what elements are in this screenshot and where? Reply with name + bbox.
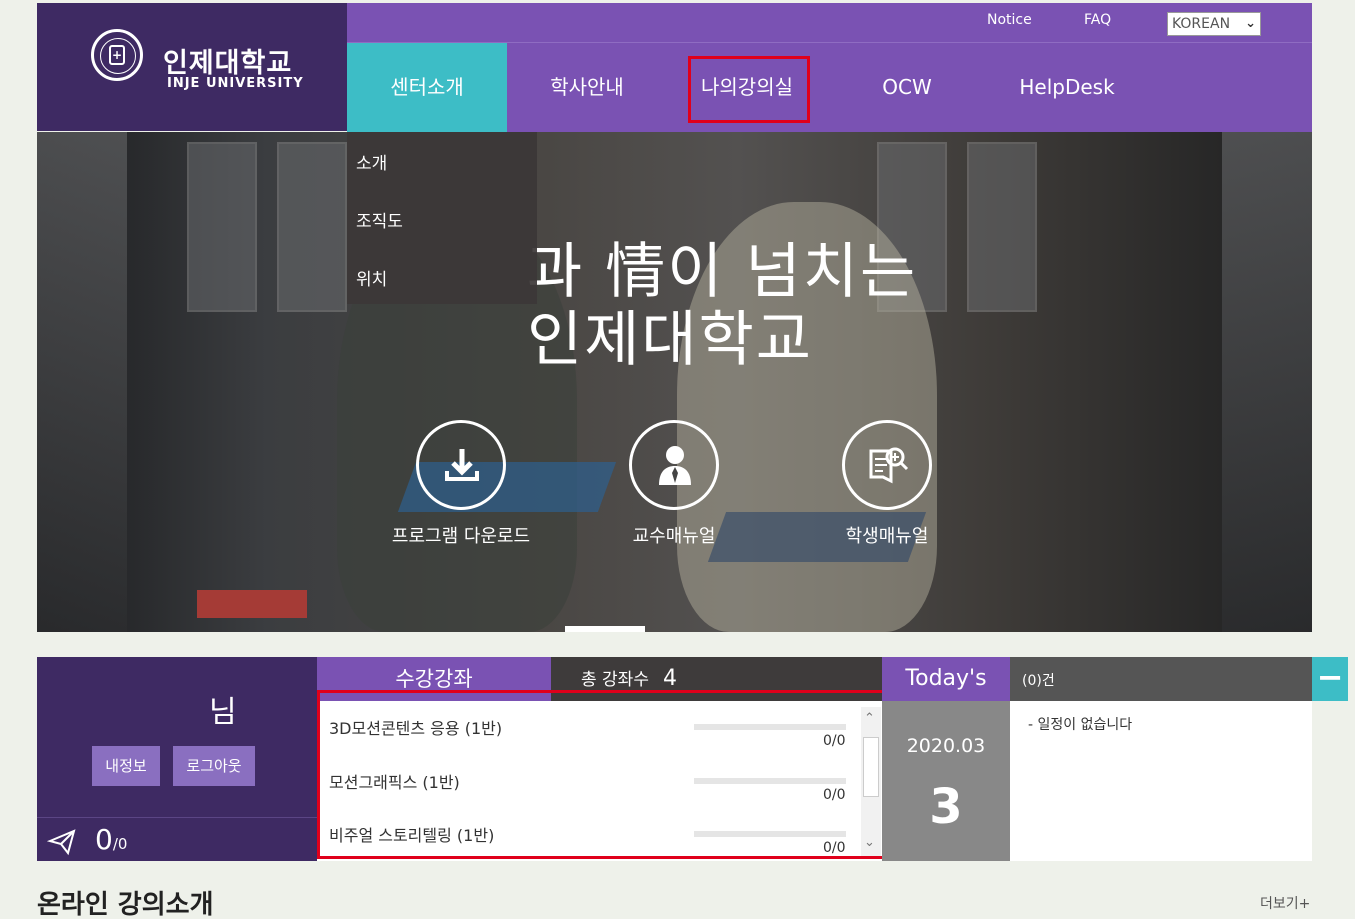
download-icon xyxy=(445,449,479,481)
nav-dropdown: 소개 조직도 위치 xyxy=(347,132,537,304)
chevron-down-icon: ⌄ xyxy=(1245,16,1256,31)
university-seal-icon: + xyxy=(91,29,143,81)
message-icon[interactable] xyxy=(47,826,77,856)
nav-item-helpdesk[interactable]: HelpDesk xyxy=(987,43,1147,132)
today-day: 3 xyxy=(929,779,963,835)
schedule-count: (0)건 xyxy=(1022,673,1055,689)
hero-title: 과 情이 넘치는 인제대학교 xyxy=(527,238,917,374)
notice-link[interactable]: Notice xyxy=(987,12,1032,28)
logo[interactable]: + 인제대학교 INJE UNIVERSITY xyxy=(37,3,347,131)
logo-english: INJE UNIVERSITY xyxy=(167,76,304,91)
schedule-empty-message: - 일정이 없습니다 xyxy=(1028,717,1133,733)
window-decor xyxy=(187,142,257,312)
course-total-label: 총 강좌수 xyxy=(581,670,649,690)
professor-manual-button[interactable] xyxy=(629,420,719,510)
student-manual-label: 학생매뉴얼 xyxy=(845,526,929,547)
today-title: Today's xyxy=(882,657,1010,701)
course-total-value: 4 xyxy=(662,666,677,691)
today-panel: Today's 2020.03 3 xyxy=(882,657,1010,861)
nav-item-academic-guide[interactable]: 학사안내 xyxy=(507,43,667,132)
course-total: 총 강좌수 4 xyxy=(581,665,677,691)
online-lecture-title: 온라인 강의소개 xyxy=(37,890,214,919)
message-count-value: 0 xyxy=(95,823,113,856)
dropdown-item-intro[interactable]: 소개 xyxy=(356,149,387,174)
schedule-panel: (0)건 - 일정이 없습니다 xyxy=(1010,657,1312,861)
language-value: KOREAN xyxy=(1172,16,1231,32)
message-total: /0 xyxy=(112,835,128,853)
window-decor xyxy=(277,142,347,312)
highlight-course-list xyxy=(317,690,891,859)
user-name: 님 xyxy=(209,695,237,730)
book-stack-decor xyxy=(197,590,307,618)
dropdown-item-location[interactable]: 위치 xyxy=(356,265,387,290)
highlight-my-classroom xyxy=(688,56,810,123)
schedule-header: (0)건 xyxy=(1010,657,1312,701)
logo-korean: 인제대학교 xyxy=(163,48,293,79)
download-button[interactable] xyxy=(416,420,506,510)
hero-title-line2: 인제대학교 xyxy=(527,305,813,375)
window-decor xyxy=(967,142,1037,312)
dropdown-item-org-chart[interactable]: 조직도 xyxy=(356,207,403,232)
top-utility-bar: Notice FAQ KOREAN ⌄ xyxy=(347,3,1312,43)
main-nav: 센터소개 학사안내 나의강의실 OCW HelpDesk xyxy=(347,43,1312,132)
message-count[interactable]: 0/0 xyxy=(95,823,127,856)
logout-button[interactable]: 로그아웃 xyxy=(173,746,255,786)
more-link[interactable]: 더보기+ xyxy=(1260,893,1310,913)
student-manual-button[interactable] xyxy=(842,420,932,510)
bookshelf-left xyxy=(37,132,127,632)
nav-item-center-intro[interactable]: 센터소개 xyxy=(347,43,507,132)
my-info-button[interactable]: 내정보 xyxy=(92,746,160,786)
language-select[interactable]: KOREAN ⌄ xyxy=(1167,12,1261,36)
hero-title-line1: 과 情이 넘치는 xyxy=(527,237,918,307)
slider-indicator[interactable] xyxy=(565,626,645,632)
faq-link[interactable]: FAQ xyxy=(1084,12,1111,28)
nav-item-ocw[interactable]: OCW xyxy=(827,43,987,132)
bookshelf-right xyxy=(1222,132,1312,632)
download-label: 프로그램 다운로드 xyxy=(391,526,531,547)
professor-icon xyxy=(659,446,691,485)
user-panel: 님 내정보 로그아웃 0/0 xyxy=(37,657,317,861)
today-year-month: 2020.03 xyxy=(906,735,986,757)
collapse-button[interactable]: − xyxy=(1312,657,1348,701)
minus-icon: − xyxy=(1316,658,1344,696)
manual-search-icon xyxy=(869,447,909,484)
hero-banner: 과 情이 넘치는 인제대학교 프로그램 다운로드 교수매뉴얼 학생매뉴얼 소개 … xyxy=(37,132,1312,632)
professor-manual-label: 교수매뉴얼 xyxy=(632,526,716,547)
divider xyxy=(37,817,317,818)
